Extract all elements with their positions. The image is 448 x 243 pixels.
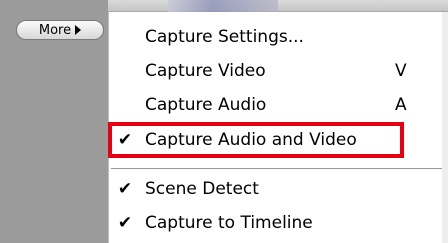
- background-edge: [442, 12, 448, 243]
- more-button-label: More: [38, 22, 72, 38]
- more-button[interactable]: More: [16, 20, 104, 40]
- background-toolbar-strip: [108, 0, 448, 12]
- menu-item-label: Capture Settings...: [145, 27, 304, 47]
- menu-separator: [111, 168, 443, 170]
- menu-item-label: Capture Video: [145, 61, 266, 81]
- triangle-right-icon: [75, 25, 82, 35]
- checkmark-icon: ✔: [117, 213, 133, 233]
- highlight-annotation-box: [108, 122, 404, 158]
- screen: More Capture Settings... Capture Video V…: [0, 0, 448, 243]
- menu-item-capture-audio[interactable]: Capture Audio A: [109, 90, 409, 120]
- menu-item-capture-video[interactable]: Capture Video V: [109, 56, 409, 86]
- checkmark-icon: ✔: [117, 179, 133, 199]
- menu-item-label: Capture to Timeline: [145, 213, 313, 233]
- menu-item-shortcut: A: [395, 95, 407, 115]
- menu-item-label: Capture Audio: [145, 95, 267, 115]
- menu-item-shortcut: V: [395, 61, 407, 81]
- menu-item-capture-to-timeline[interactable]: ✔ Capture to Timeline: [109, 208, 409, 238]
- menu-item-capture-settings[interactable]: Capture Settings...: [109, 22, 409, 52]
- menu-item-scene-detect[interactable]: ✔ Scene Detect: [109, 174, 409, 204]
- menu-item-label: Scene Detect: [145, 179, 259, 199]
- background-toolbar-content: [168, 0, 278, 12]
